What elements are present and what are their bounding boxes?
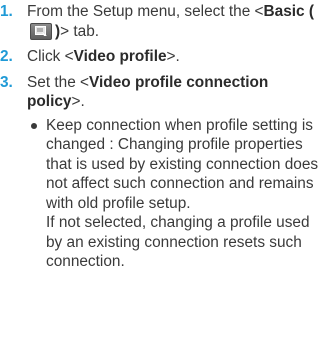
step-text-end: >. [166, 48, 180, 65]
step-number: 2. [0, 48, 13, 65]
not-selected-description: If not selected, changing a profile used… [46, 214, 310, 270]
policy-bullet-list: Keep connection when profile setting is … [27, 116, 320, 272]
step-1: 1. From the Setup menu, select the <Basi… [0, 2, 320, 41]
step-2: 2. Click <Video profile>. [0, 47, 320, 67]
bullet-dot [31, 122, 37, 129]
instruction-page: 1. From the Setup menu, select the <Basi… [0, 0, 326, 337]
step-text-end: >. [71, 93, 85, 110]
step-3: 3. Set the <Video profile connection pol… [0, 73, 320, 272]
step-number: 1. [0, 3, 13, 20]
step-text: Click < [27, 48, 74, 65]
keep-connection-description: Keep connection when profile setting is … [46, 116, 319, 212]
basic-setup-icon [30, 22, 52, 40]
step-text: Set the < [27, 73, 90, 91]
step-text: From the Setup menu, select the < [27, 3, 264, 20]
video-profile-label: Video profile [73, 48, 167, 65]
list-item: Keep connection when profile setting is … [27, 116, 320, 272]
basic-tab-label: Basic ( [263, 3, 315, 20]
step-text-end: > tab. [60, 22, 100, 40]
step-number: 3. [0, 73, 13, 91]
